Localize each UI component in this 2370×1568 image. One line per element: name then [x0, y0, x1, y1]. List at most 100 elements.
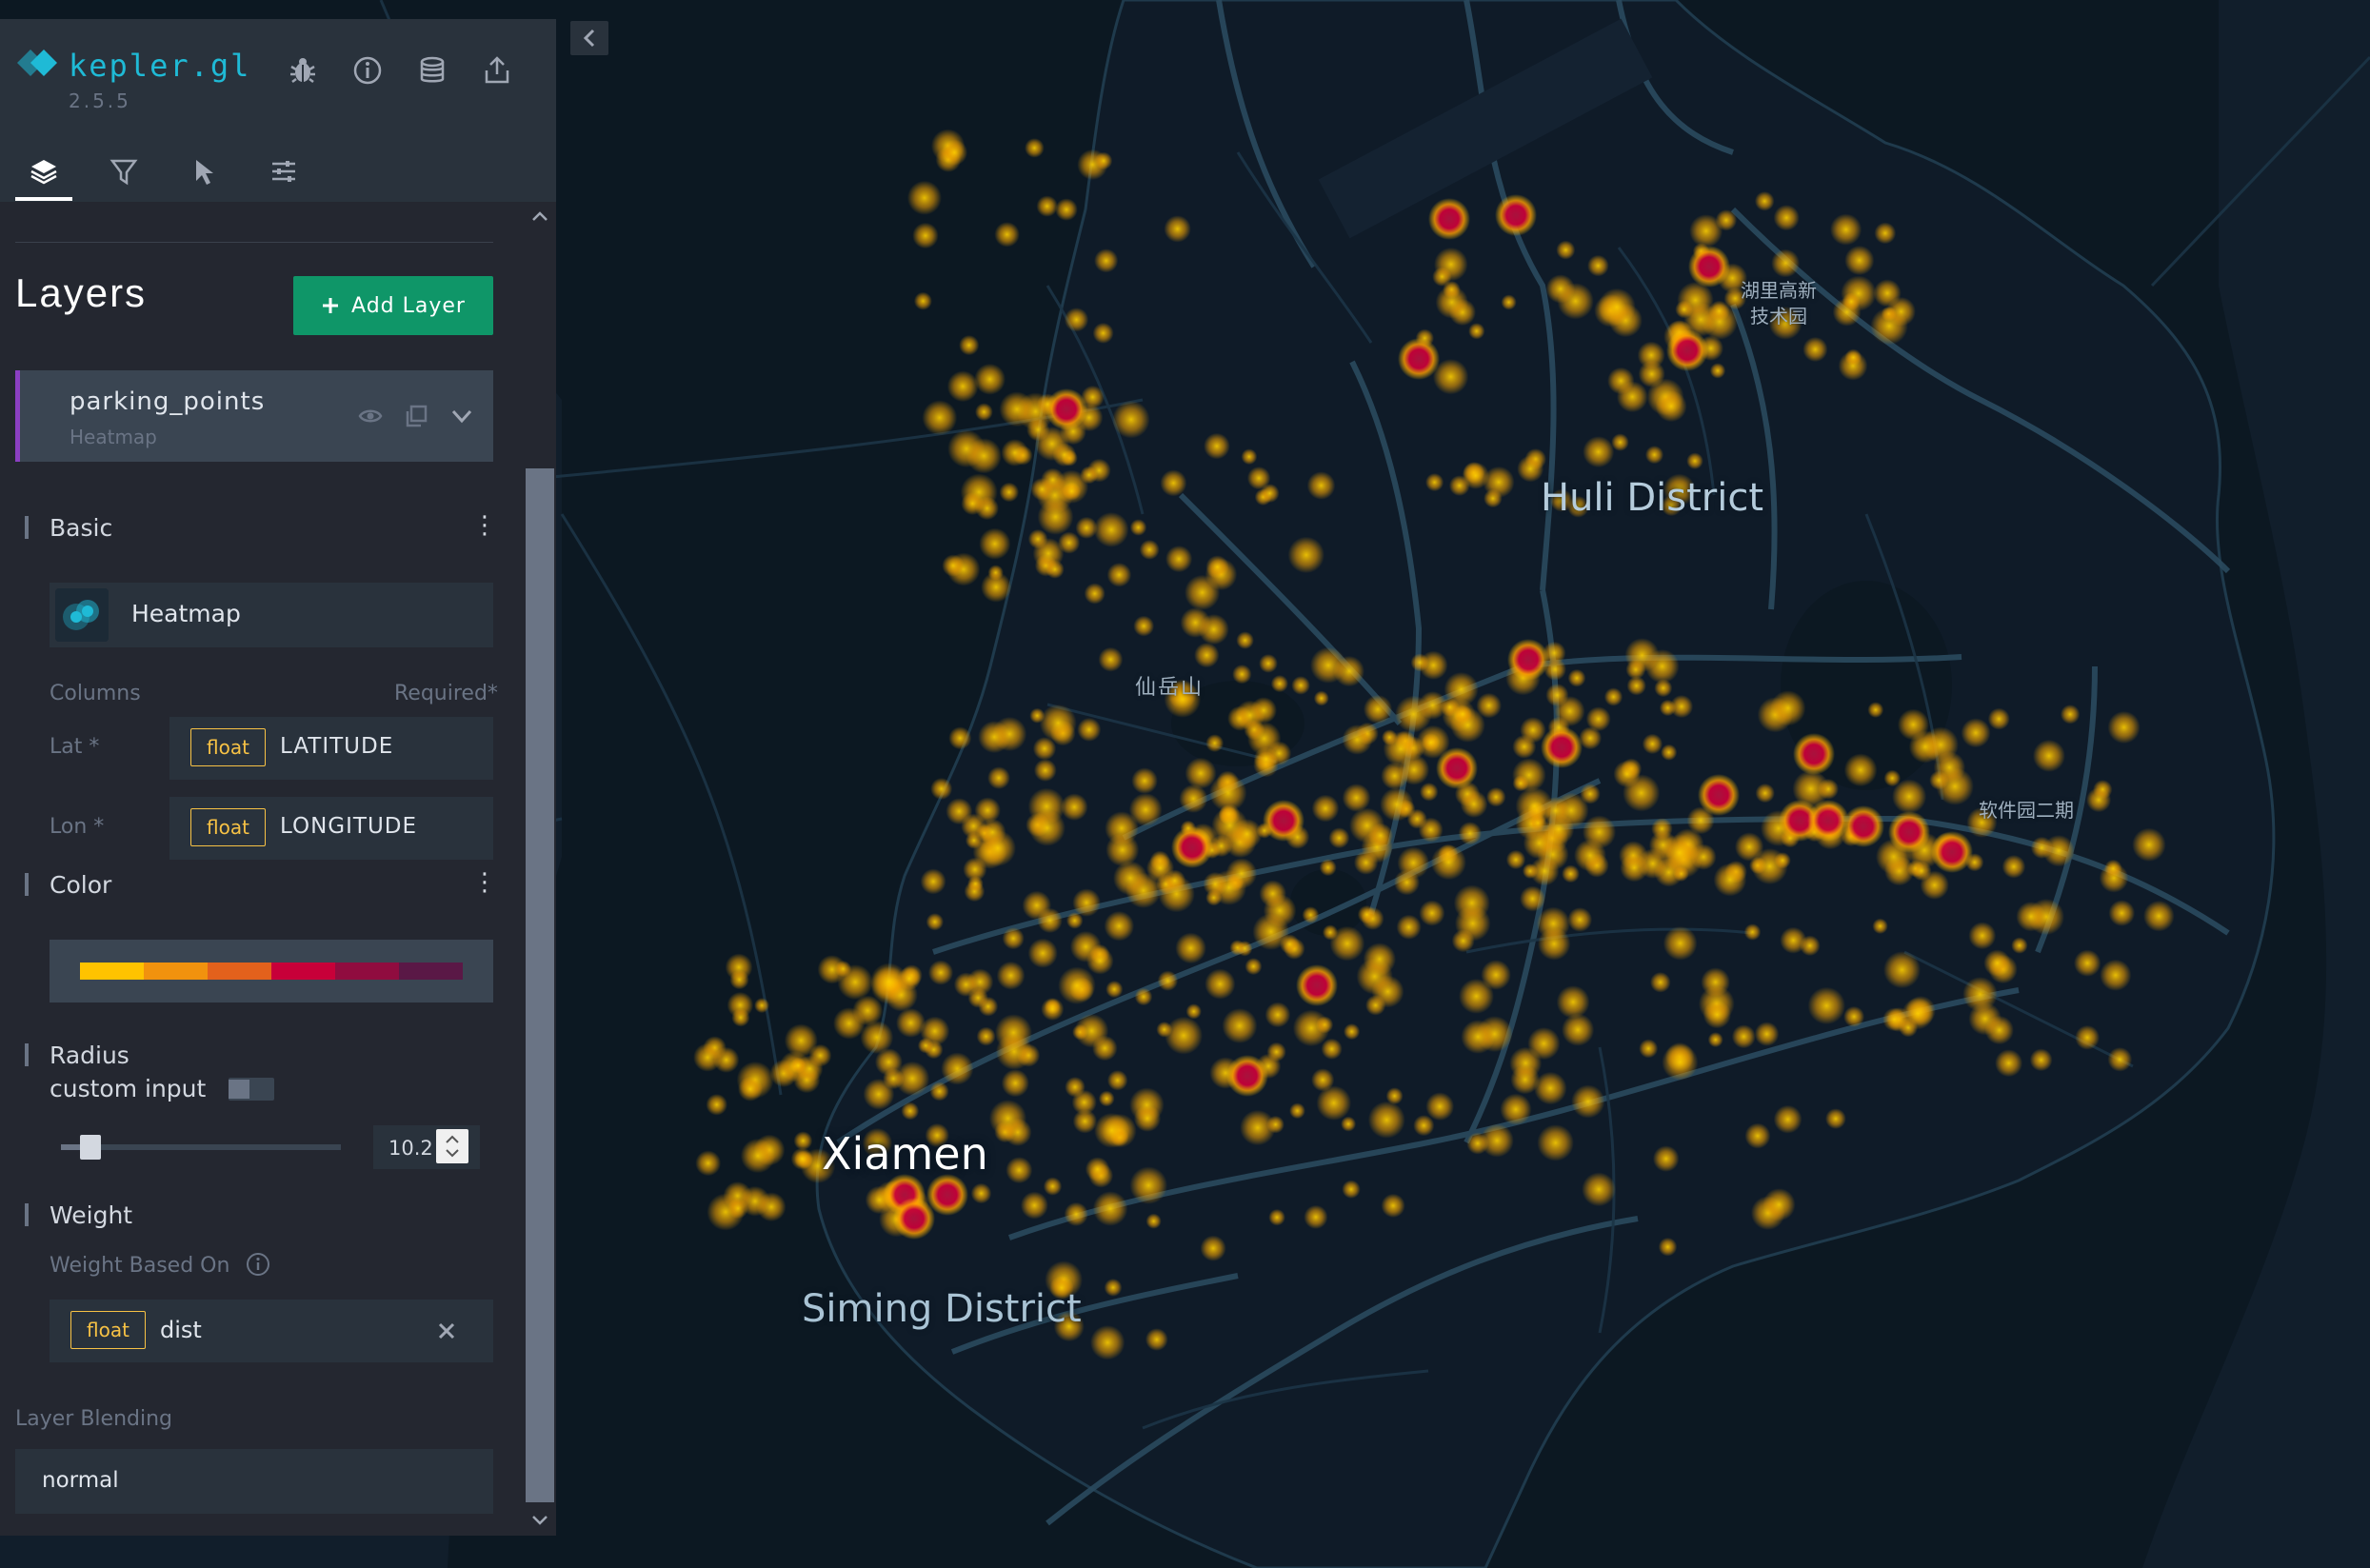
- layer-item-parking-points[interactable]: parking_points Heatmap: [15, 370, 493, 462]
- heatmap-blob: [1094, 1112, 1130, 1148]
- section-title-color[interactable]: Color: [50, 871, 111, 899]
- database-icon[interactable]: [413, 51, 451, 89]
- heatmap-blob: [1322, 924, 1339, 941]
- heatmap-blob: [1093, 512, 1129, 547]
- layer-blending-selector[interactable]: normal: [15, 1449, 493, 1514]
- more-vertical-icon[interactable]: ⋮: [472, 869, 497, 896]
- heatmap-blob: [1198, 614, 1229, 645]
- radius-slider-handle[interactable]: [80, 1135, 102, 1160]
- panel-scrollbar[interactable]: [524, 202, 556, 1536]
- heatmap-blob: [1381, 762, 1409, 790]
- lon-column-name: LONGITUDE: [280, 814, 418, 839]
- heatmap-blob: [2107, 1047, 2133, 1072]
- heatmap-blob: [1650, 972, 1671, 993]
- section-marker: [25, 1043, 29, 1066]
- heatmap-blob: [1529, 856, 1560, 886]
- tab-interactions[interactable]: [175, 143, 232, 200]
- stepper-icon[interactable]: [436, 1129, 468, 1163]
- heatmap-blob: [1466, 1132, 1489, 1155]
- share-icon[interactable]: [478, 51, 516, 89]
- custom-input-toggle[interactable]: [229, 1078, 274, 1101]
- chevron-down-icon[interactable]: [447, 401, 477, 431]
- tab-layers[interactable]: [15, 143, 72, 201]
- heatmap-blob: [1304, 1204, 1328, 1229]
- tab-base-map[interactable]: [255, 143, 312, 200]
- heatmap-blob: [1432, 267, 1452, 287]
- scroll-up-icon[interactable]: [526, 202, 554, 230]
- heatmap-blob: [1500, 1093, 1532, 1125]
- heatmap-blob: [863, 1078, 895, 1110]
- info-icon[interactable]: [349, 51, 387, 89]
- lat-column-selector[interactable]: float LATITUDE: [169, 717, 493, 780]
- heatmap-blob: [1064, 308, 1089, 332]
- collapse-sidebar-button[interactable]: [570, 21, 608, 55]
- radius-input[interactable]: 10.2: [373, 1125, 480, 1169]
- heatmap-blob: [1245, 958, 1263, 976]
- heatmap-blob: [1134, 987, 1153, 1006]
- heatmap-blob: [1476, 692, 1502, 719]
- layer-type-label: Heatmap: [70, 426, 157, 448]
- heatmap-blob: [1763, 1188, 1796, 1221]
- heatmap-blob: [1289, 1102, 1305, 1120]
- heatmap-blob: [695, 1150, 722, 1177]
- heatmap-blob: [978, 996, 999, 1017]
- heatmap-blob: [1707, 1032, 1723, 1048]
- tab-filters[interactable]: [95, 143, 152, 200]
- add-layer-button[interactable]: Add Layer: [293, 276, 493, 335]
- scrollbar-thumb[interactable]: [526, 468, 554, 1502]
- eye-icon[interactable]: [355, 401, 386, 431]
- heatmap-blob: [1084, 583, 1105, 605]
- duplicate-icon[interactable]: [401, 401, 431, 431]
- layer-type-selector[interactable]: Heatmap: [50, 583, 493, 647]
- heatmap-blob: [2107, 710, 2141, 744]
- heatmap-hotspot: [1495, 194, 1537, 236]
- color-range-selector[interactable]: [50, 940, 493, 1002]
- heatmap-blob: [1200, 1235, 1226, 1261]
- map-label-huli-tech-park-line2: 技术园: [1750, 305, 1807, 327]
- radius-slider-track[interactable]: [61, 1144, 341, 1150]
- section-title-radius[interactable]: Radius: [50, 1042, 129, 1069]
- lat-column-name: LATITUDE: [280, 734, 394, 759]
- heatmap-blob: [1367, 1101, 1405, 1139]
- weight-field-selector[interactable]: float dist: [50, 1300, 493, 1362]
- layer-name[interactable]: parking_points: [70, 387, 265, 416]
- close-icon[interactable]: [430, 1315, 463, 1347]
- heatmap-blob: [1319, 859, 1337, 877]
- lon-column-selector[interactable]: float LONGITUDE: [169, 797, 493, 860]
- heatmap-blob: [1652, 1145, 1680, 1172]
- heatmap-blob: [1703, 1001, 1732, 1029]
- info-icon[interactable]: [246, 1252, 270, 1280]
- heatmap-blob: [1987, 707, 2010, 730]
- heatmap-blob: [1662, 1043, 1699, 1081]
- heatmap-blob: [1316, 1085, 1352, 1121]
- heatmap-blob: [1033, 759, 1057, 782]
- heatmap-blob: [870, 963, 908, 1001]
- section-title-basic[interactable]: Basic: [50, 514, 112, 542]
- heatmap-blob: [959, 335, 980, 356]
- heatmap-blob: [1055, 198, 1078, 221]
- heatmap-blob: [874, 1048, 903, 1077]
- heatmap-blob: [1029, 707, 1046, 724]
- more-vertical-icon[interactable]: ⋮: [472, 512, 497, 539]
- scroll-down-icon[interactable]: [526, 1506, 554, 1535]
- layer-blending-value: normal: [42, 1468, 119, 1493]
- bug-icon[interactable]: [284, 51, 322, 89]
- layer-blending-label: Layer Blending: [15, 1407, 172, 1431]
- heatmap-blob: [1505, 849, 1526, 870]
- heatmap-blob: [1041, 467, 1066, 492]
- heatmap-blob: [1240, 1109, 1276, 1146]
- heatmap-blob: [1557, 283, 1594, 320]
- heatmap-blob: [1342, 724, 1373, 755]
- heatmap-blob: [961, 491, 985, 516]
- section-title-weight[interactable]: Weight: [50, 1201, 132, 1229]
- heatmap-blob: [729, 969, 749, 990]
- heatmap-blob: [1537, 1124, 1574, 1161]
- heatmap-blob: [1830, 213, 1862, 246]
- heatmap-blob: [1844, 245, 1875, 276]
- heatmap-hotspot: [1666, 329, 1708, 371]
- heatmap-blob: [1567, 668, 1586, 687]
- heatmap-blob: [756, 1192, 787, 1222]
- heatmap-blob: [1074, 1014, 1109, 1048]
- section-marker: [25, 873, 29, 896]
- heatmap-blob: [1025, 138, 1045, 158]
